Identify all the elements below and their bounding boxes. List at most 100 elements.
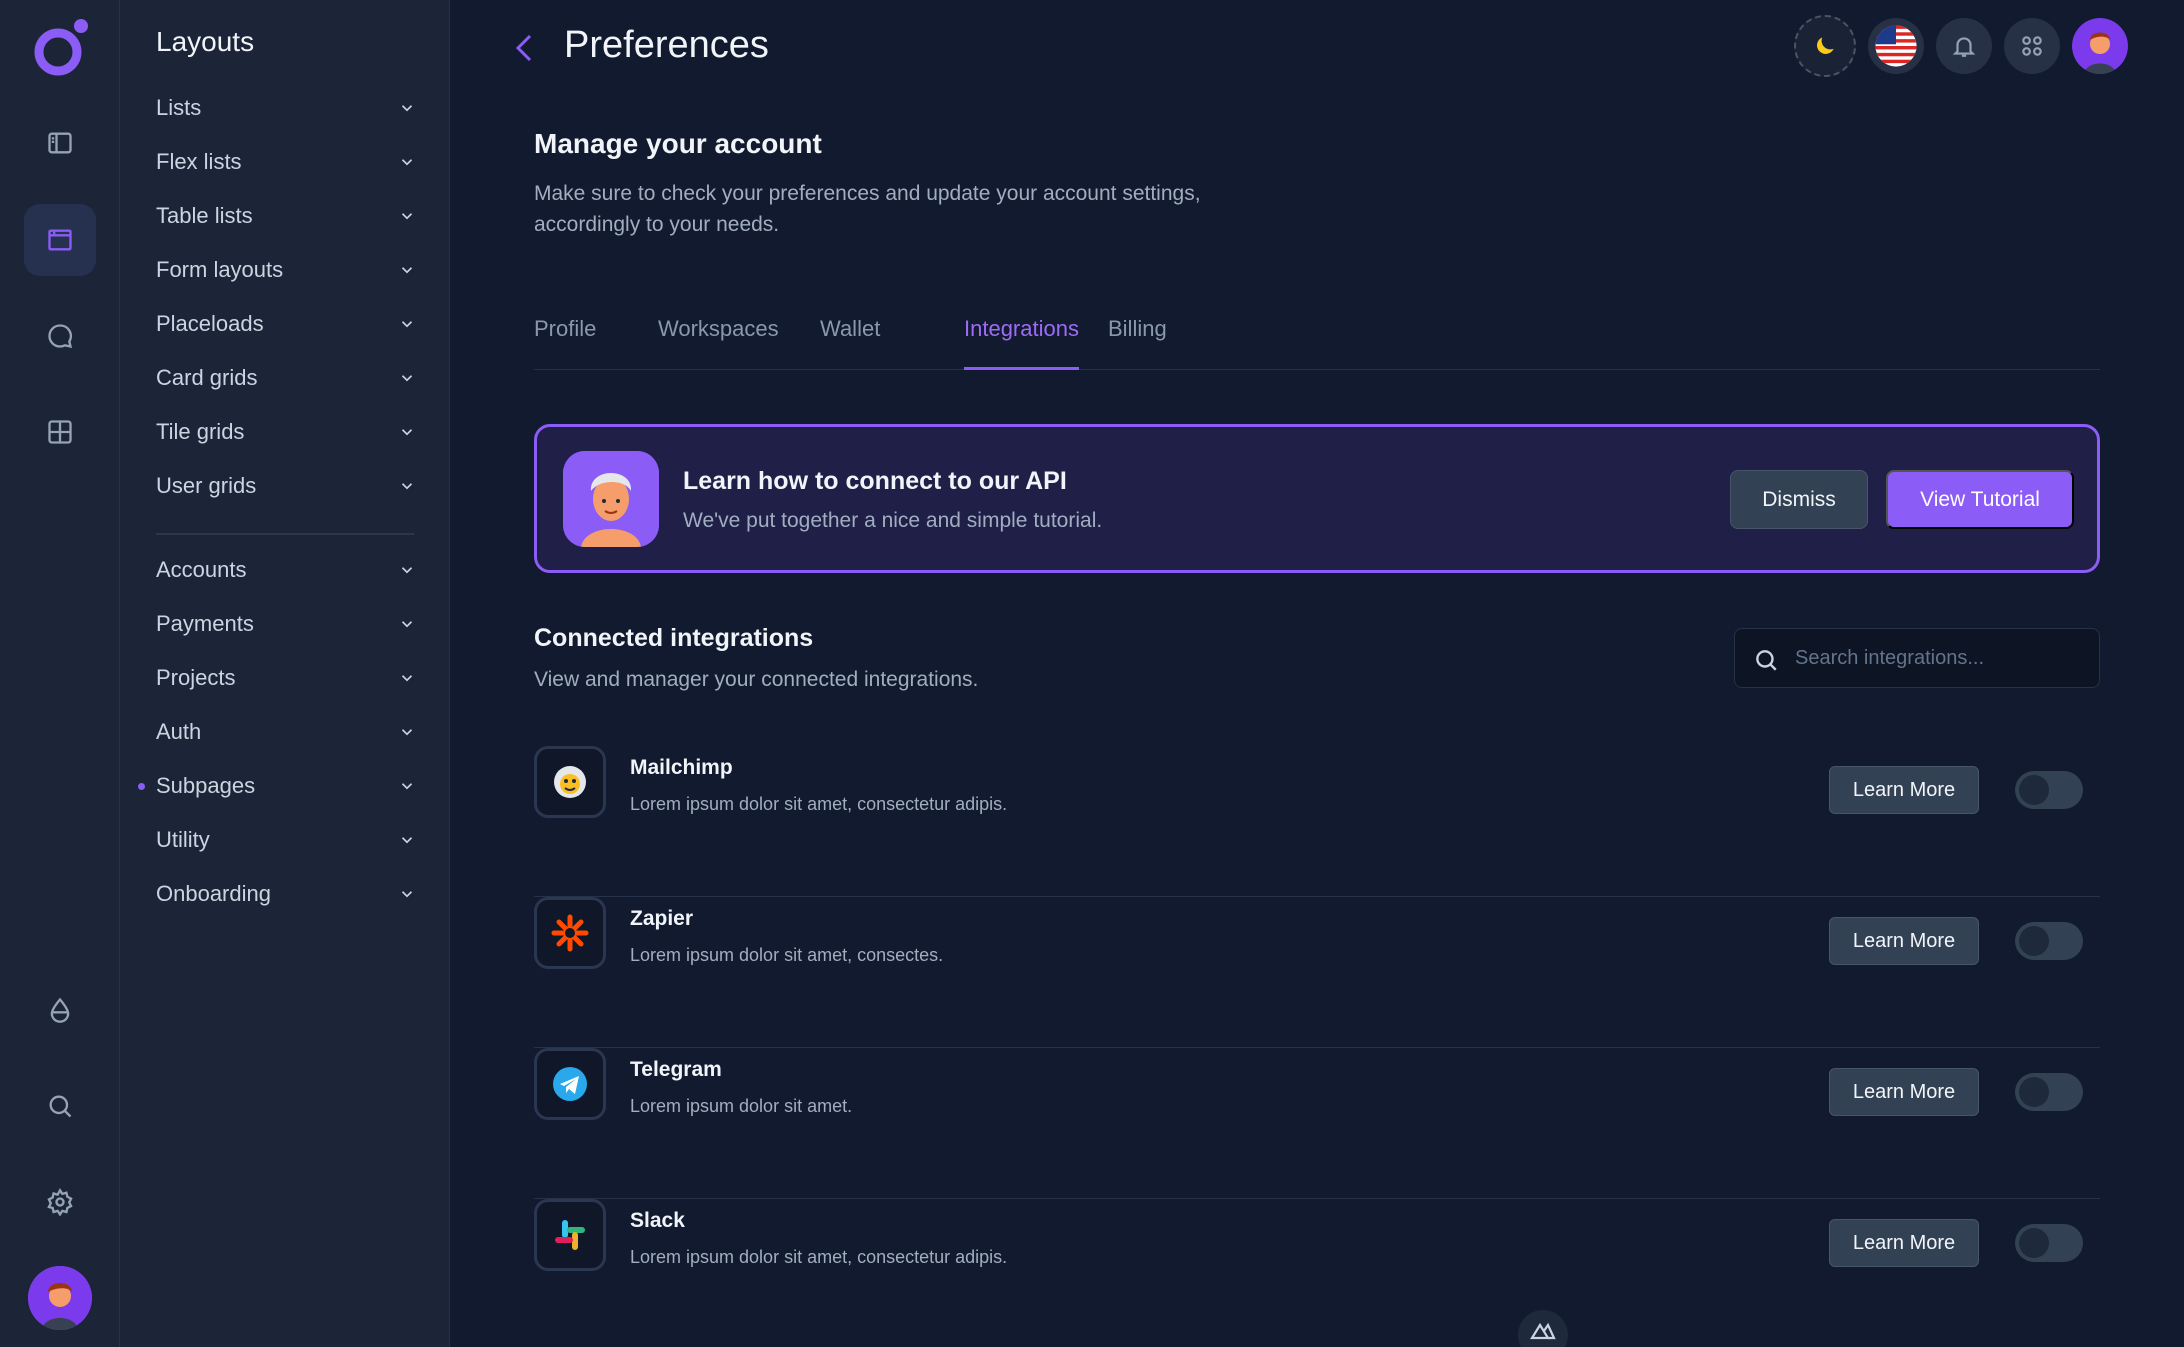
subnav-item-user-grids[interactable]: User grids [156,466,416,506]
layouts-subnav: Layouts Lists Flex lists Table lists For… [120,0,450,1347]
tab-billing[interactable]: Billing [1108,316,1167,370]
account-section-title: Manage your account [534,128,822,159]
tab-profile[interactable]: Profile [534,316,596,370]
subnav-divider [156,533,414,535]
learn-more-button[interactable]: Learn More [1829,1068,1979,1116]
language-selector[interactable] [1868,18,1924,74]
toggle-knob [2019,775,2049,805]
toggle-knob [2019,1077,2049,1107]
bell-icon [1952,37,1976,57]
subnav-item-projects[interactable]: Projects [156,658,416,698]
telegram-icon [534,1048,606,1120]
subnav-item-form-layouts[interactable]: Form layouts [156,250,416,290]
account-avatar[interactable] [2072,18,2128,74]
back-button[interactable] [508,28,540,68]
integration-name: Mailchimp [630,756,733,779]
subnav-item-auth[interactable]: Auth [156,712,416,752]
integrations-title: Connected integrations [534,624,814,652]
dark-mode-toggle[interactable] [1794,15,1856,77]
chevron-down-icon [401,321,413,328]
integration-row-mailchimp: Mailchimp Lorem ipsum dolor sit amet, co… [534,746,2100,897]
banner-title: Learn how to connect to our API [683,467,1067,495]
integration-name: Zapier [630,907,694,930]
notifications-button[interactable] [1936,18,1992,74]
learn-more-button[interactable]: Learn More [1829,766,1979,814]
subnav-item-label: Payments [156,611,254,636]
tab-workspaces[interactable]: Workspaces [658,316,779,370]
grid-icon[interactable] [24,396,96,468]
apps-grid-icon [2022,36,2042,56]
chevron-down-icon [401,159,413,166]
subnav-item-subpages[interactable]: Subpages [138,766,416,806]
tab-wallet[interactable]: Wallet [820,316,880,370]
tab-integrations[interactable]: Integrations [964,316,1079,370]
subnav-item-lists[interactable]: Lists [156,88,416,128]
subnav-item-payments[interactable]: Payments [156,604,416,644]
search-icon[interactable] [24,1070,96,1142]
subnav-item-accounts[interactable]: Accounts [156,550,416,590]
subnav-item-label: Projects [156,665,236,690]
integration-name: Telegram [630,1058,722,1081]
subnav-item-table-lists[interactable]: Table lists [156,196,416,236]
top-toolbar [1794,15,2128,77]
chevron-down-icon [401,675,413,682]
integration-toggle[interactable] [2015,1073,2083,1111]
subnav-item-onboarding[interactable]: Onboarding [156,874,416,914]
app-logo[interactable] [30,16,90,80]
apps-button[interactable] [2004,18,2060,74]
view-tutorial-button[interactable]: View Tutorial [1886,470,2074,529]
subnav-item-flex-lists[interactable]: Flex lists [156,142,416,182]
settings-gear-icon[interactable] [24,1166,96,1238]
subnav-item-label: Flex lists [156,149,242,174]
chevron-down-icon [401,729,413,736]
chat-icon[interactable] [24,300,96,372]
subnav-item-utility[interactable]: Utility [156,820,416,860]
preferences-tabs: Profile Workspaces Wallet Integrations B… [534,310,2100,370]
slack-icon [534,1199,606,1271]
learn-more-button[interactable]: Learn More [1829,917,1979,965]
integration-description: Lorem ipsum dolor sit amet, consectes. [630,945,944,965]
moon-icon [1817,37,1834,54]
subnav-item-card-grids[interactable]: Card grids [156,358,416,398]
integration-toggle[interactable] [2015,771,2083,809]
integration-toggle[interactable] [2015,922,2083,960]
subnav-item-label: Form layouts [156,257,284,282]
chevron-down-icon [401,621,413,628]
chevron-down-icon [401,375,413,382]
toggle-knob [2019,1228,2049,1258]
us-flag-icon [1875,25,1917,67]
mailchimp-icon [534,746,606,818]
subnav-item-label: Table lists [156,203,253,228]
integration-description: Lorem ipsum dolor sit amet. [630,1096,853,1116]
dismiss-button[interactable]: Dismiss [1730,470,1868,529]
nuxt-logo-icon [1530,1322,1556,1340]
learn-more-button[interactable]: Learn More [1829,1219,1979,1267]
page-title: Preferences [564,24,769,66]
integration-row-slack: Slack Lorem ipsum dolor sit amet, consec… [534,1199,2100,1347]
subnav-item-placeloads[interactable]: Placeloads [156,304,416,344]
theme-drop-icon[interactable] [24,974,96,1046]
integration-row-telegram: Telegram Lorem ipsum dolor sit amet. Lea… [534,1048,2100,1199]
subnav-item-label: Tile grids [156,419,245,444]
chevron-down-icon [401,213,413,220]
chevron-down-icon [401,267,413,274]
chevron-down-icon [401,837,413,844]
sidebar-toggle-icon[interactable] [24,107,96,179]
integration-toggle[interactable] [2015,1224,2083,1262]
subnav-item-label: Accounts [156,557,247,582]
main-content: Preferences Manage your account Make sur… [450,0,2184,1347]
banner-illustration [563,451,659,547]
search-input[interactable] [1795,629,2091,687]
subnav-item-label: Auth [156,719,202,744]
account-section-description: Make sure to check your preferences and … [534,182,1201,236]
subnav-item-label: Subpages [156,773,256,798]
integration-row-zapier: Zapier Lorem ipsum dolor sit amet, conse… [534,897,2100,1048]
chevron-down-icon [401,105,413,112]
integration-name: Slack [630,1209,685,1232]
chevron-down-icon [401,783,413,790]
search-integrations [1734,628,2100,688]
layouts-icon[interactable] [24,204,96,276]
integration-description: Lorem ipsum dolor sit amet, consectetur … [630,1247,1008,1267]
user-avatar[interactable] [28,1266,92,1330]
subnav-item-tile-grids[interactable]: Tile grids [156,412,416,452]
